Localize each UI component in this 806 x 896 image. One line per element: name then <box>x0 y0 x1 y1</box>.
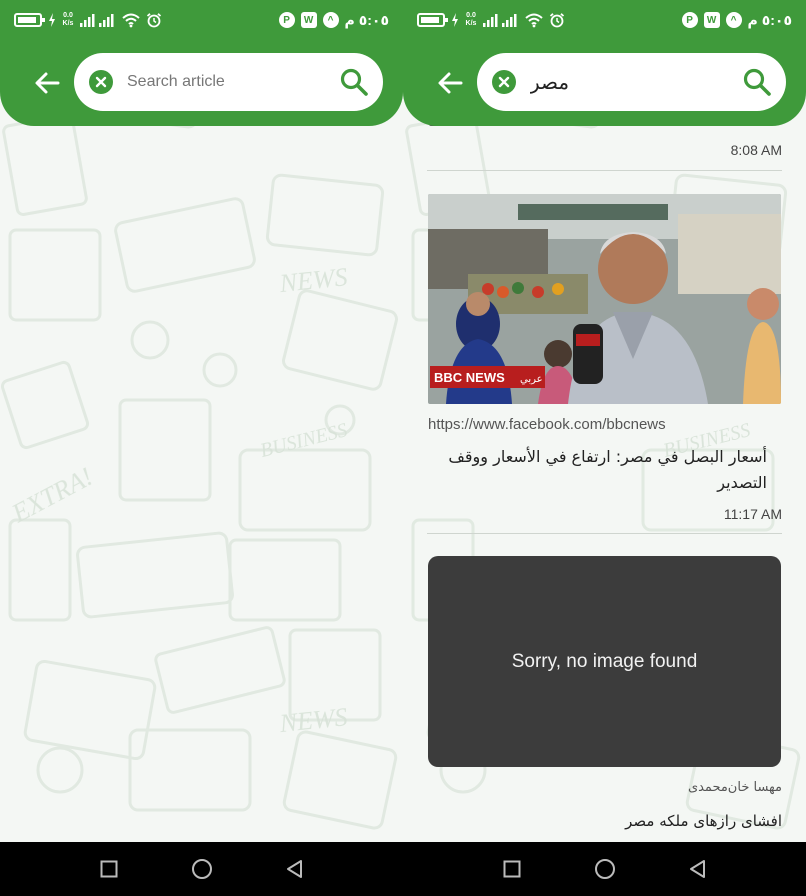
clear-search-button[interactable] <box>89 70 113 94</box>
home-button[interactable] <box>190 857 214 881</box>
home-icon <box>191 859 212 879</box>
search-input[interactable] <box>530 67 730 97</box>
word-app-icon: W <box>300 12 317 28</box>
battery-icon <box>14 13 45 27</box>
wifi-icon <box>525 13 543 28</box>
result-time: 11:17 AM <box>723 506 782 522</box>
wifi-icon <box>122 13 140 28</box>
nav-bar <box>403 842 806 896</box>
left-screen: NEWS BUSINESS EXTRA! NEWS 0.0 K/s P W ^ <box>0 0 403 896</box>
recent-apps-button[interactable] <box>97 857 121 881</box>
search-input[interactable] <box>127 67 327 97</box>
svg-text:NEWS: NEWS <box>277 262 349 298</box>
hotspot-icon: ^ <box>725 12 742 28</box>
clear-search-button[interactable] <box>492 70 516 94</box>
article-image[interactable]: BBC NEWS عربي <box>428 194 781 404</box>
back-triangle-icon <box>689 860 705 878</box>
net-speed-indicator: 0.0 K/s <box>465 12 477 27</box>
status-time: ٥:٠٥ م <box>747 11 792 28</box>
image-caption-lang: عربي <box>520 374 543 385</box>
alarm-icon <box>549 13 565 28</box>
search-button[interactable] <box>740 65 774 99</box>
back-nav-button[interactable] <box>686 857 710 881</box>
home-icon <box>594 859 615 879</box>
back-nav-button[interactable] <box>283 857 307 881</box>
article-url[interactable]: https://www.facebook.com/bbcnews <box>428 416 666 433</box>
search-box <box>74 53 383 111</box>
no-image-text: Sorry, no image found <box>511 650 698 672</box>
p-app-icon: P <box>278 12 295 28</box>
close-circle-icon <box>95 76 107 88</box>
search-button[interactable] <box>337 65 371 99</box>
right-screen: BUSINESS NEWS 0.0 K/s P W ^ ٥:٠٥ م <box>403 0 806 896</box>
signal-icon <box>483 14 517 27</box>
status-bar: 0.0 K/s P W ^ ٥:٠٥ م <box>403 0 806 40</box>
article-source: مهسا خان‌محمدی <box>687 780 782 795</box>
signal-icon <box>80 14 114 27</box>
recent-apps-button[interactable] <box>500 857 524 881</box>
divider <box>427 170 782 171</box>
article-title[interactable]: أسعار البصل في مصر: ارتفاع في الأسعار وو… <box>427 444 767 496</box>
alarm-icon <box>146 13 162 28</box>
back-triangle-icon <box>286 860 302 878</box>
status-time: ٥:٠٥ م <box>344 11 389 28</box>
close-circle-icon <box>498 76 510 88</box>
back-button[interactable] <box>433 66 467 100</box>
no-image-placeholder[interactable]: Sorry, no image found <box>428 556 781 767</box>
recent-apps-icon <box>100 860 117 878</box>
svg-text:NEWS: NEWS <box>277 702 349 738</box>
image-caption-brand: BBC NEWS <box>434 370 505 385</box>
hotspot-icon: ^ <box>322 12 339 28</box>
search-icon <box>340 68 368 96</box>
app-bar <box>403 40 806 126</box>
back-button[interactable] <box>30 66 64 100</box>
battery-icon <box>417 13 448 27</box>
svg-text:BUSINESS: BUSINESS <box>258 419 350 462</box>
market-photo: BBC NEWS عربي <box>428 194 781 404</box>
net-speed-indicator: 0.0 K/s <box>62 12 74 27</box>
nav-bar <box>0 842 403 896</box>
charging-icon <box>49 13 55 27</box>
arrow-left-icon <box>35 72 60 94</box>
search-box <box>477 53 786 111</box>
article-title[interactable]: افشای رازهای ملکه مصر <box>427 812 782 830</box>
word-app-icon: W <box>703 12 720 28</box>
status-bar: 0.0 K/s P W ^ ٥:٠٥ م <box>0 0 403 40</box>
charging-icon <box>452 13 458 27</box>
recent-apps-icon <box>503 860 520 878</box>
app-bar <box>0 40 403 126</box>
arrow-left-icon <box>438 72 463 94</box>
result-time: 8:08 AM <box>730 142 782 158</box>
wallpaper-doodles: NEWS BUSINESS EXTRA! NEWS <box>0 48 398 830</box>
divider <box>427 533 782 534</box>
p-app-icon: P <box>681 12 698 28</box>
search-icon <box>743 68 771 96</box>
home-button[interactable] <box>593 857 617 881</box>
